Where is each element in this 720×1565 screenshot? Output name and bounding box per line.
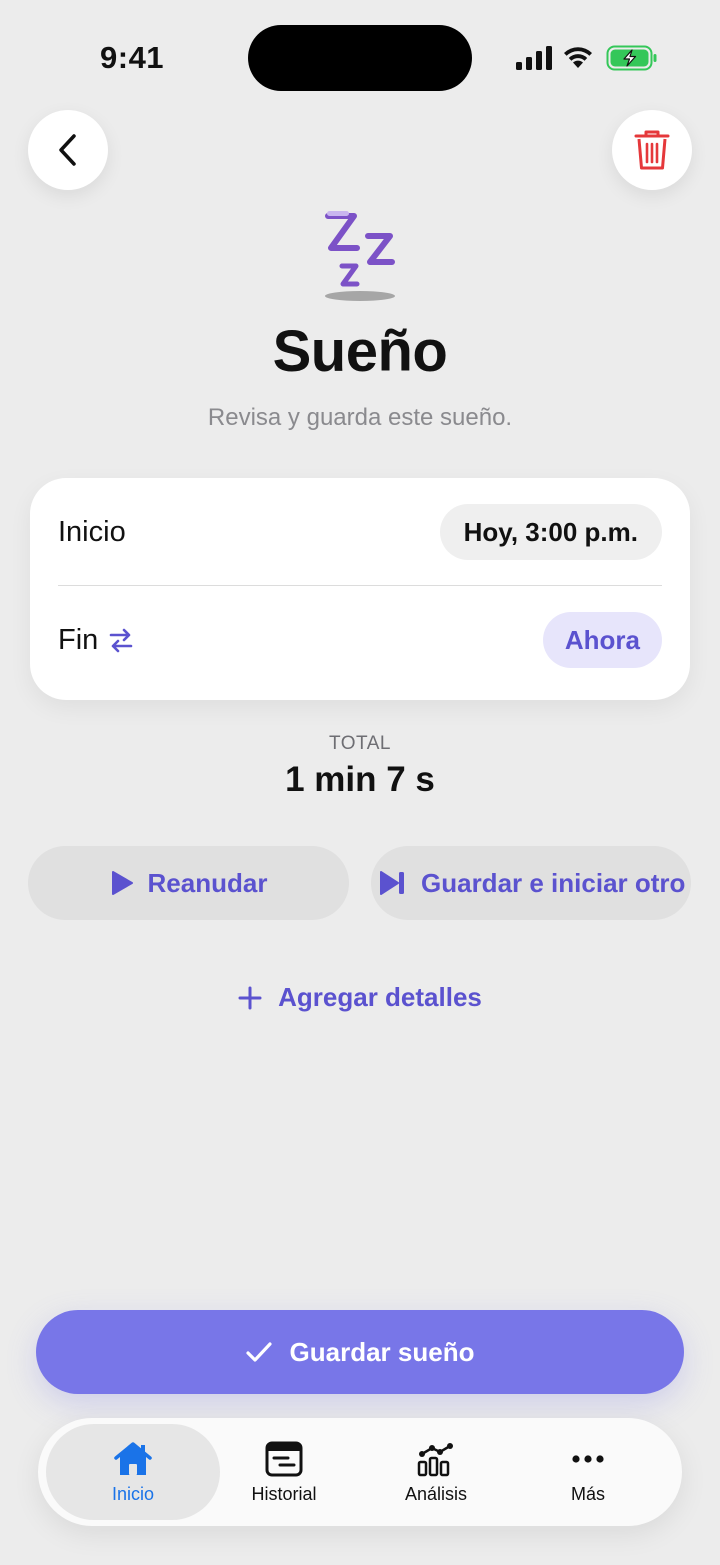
- add-details-label: Agregar detalles: [278, 982, 482, 1012]
- save-sleep-button[interactable]: Guardar sueño: [36, 1310, 684, 1394]
- end-label-group: Fin: [58, 624, 134, 657]
- end-time-picker[interactable]: Ahora: [542, 612, 662, 668]
- swap-arrows-icon[interactable]: [108, 627, 134, 653]
- time-card: Inicio Hoy, 3:00 p.m. Fin Ahora: [30, 478, 690, 700]
- tab-history[interactable]: Historial: [208, 1424, 360, 1520]
- tab-home[interactable]: Inicio: [46, 1424, 220, 1520]
- checkmark-icon: [245, 1342, 272, 1362]
- start-row: Inicio Hoy, 3:00 p.m.: [58, 480, 662, 584]
- history-icon: [265, 1441, 303, 1476]
- tab-bar: Inicio Historial Análisis Más: [38, 1418, 682, 1526]
- plus-icon: [238, 986, 262, 1009]
- total-label: TOTAL: [329, 733, 391, 754]
- save-sleep-label: Guardar sueño: [289, 1336, 475, 1367]
- end-label: Fin: [58, 623, 99, 656]
- sleep-zzz-icon: [325, 211, 395, 301]
- total-duration: 1 min 7 s: [285, 760, 435, 799]
- page-subtitle: Revisa y guarda este sueño.: [207, 404, 513, 431]
- cellular-signal-icon: [516, 46, 552, 70]
- analytics-icon: [417, 1442, 453, 1476]
- start-time-picker[interactable]: Hoy, 3:00 p.m.: [439, 504, 662, 560]
- trash-icon: [634, 130, 670, 170]
- delete-button[interactable]: [612, 110, 692, 190]
- add-details-button[interactable]: Agregar detalles: [0, 982, 720, 1013]
- save-and-start-another-button[interactable]: Guardar e iniciar otro: [371, 846, 691, 920]
- save-and-start-another-label: Guardar e iniciar otro: [421, 867, 686, 898]
- tab-analytics-label: Análisis: [404, 1483, 468, 1504]
- end-row: Fin Ahora: [58, 588, 662, 692]
- more-icon: [572, 1454, 604, 1463]
- resume-button[interactable]: Reanudar: [28, 846, 349, 920]
- chevron-left-icon: [59, 134, 76, 166]
- status-bar: 9:41: [0, 0, 720, 110]
- start-label: Inicio: [58, 515, 126, 548]
- skip-forward-icon: [380, 871, 404, 895]
- tab-analytics[interactable]: Análisis: [360, 1424, 512, 1520]
- house-icon: [114, 1441, 152, 1475]
- wifi-icon: [564, 47, 592, 68]
- play-icon: [111, 871, 133, 895]
- status-time: 9:41: [100, 40, 165, 75]
- divider: [58, 585, 662, 586]
- tab-more[interactable]: Más: [512, 1424, 664, 1520]
- battery-charging-icon: [606, 45, 657, 71]
- tab-home-label: Inicio: [111, 1483, 155, 1504]
- dynamic-island: [248, 25, 472, 91]
- back-button[interactable]: [28, 110, 108, 190]
- page-title: Sueño: [272, 319, 448, 384]
- tab-more-label: Más: [570, 1483, 605, 1504]
- tab-history-label: Historial: [251, 1483, 317, 1504]
- resume-label: Reanudar: [147, 867, 268, 898]
